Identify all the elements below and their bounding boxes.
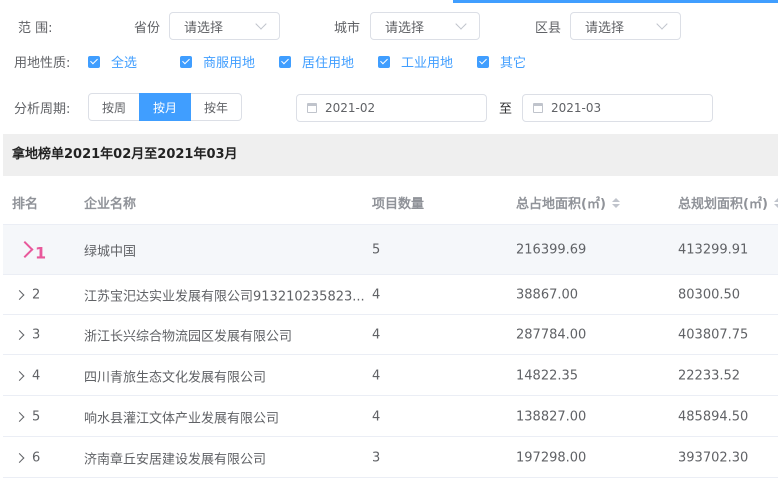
- date-from-value: 2021-02: [325, 101, 376, 115]
- chevron-right-icon[interactable]: [14, 289, 25, 300]
- col-header-plan-area[interactable]: 总规划面积(㎡): [678, 193, 778, 212]
- company-name: 江苏宝汜达实业发展有限公司913210235823...: [84, 289, 365, 304]
- chevron-right-icon[interactable]: [14, 370, 25, 381]
- checkbox-checked-icon: [378, 55, 390, 68]
- checkbox-checked-icon: [180, 55, 192, 68]
- company-name: 浙江长兴综合物流园区发展有限公司: [84, 329, 293, 344]
- chevron-right-icon[interactable]: [14, 452, 25, 463]
- calendar-icon: [307, 103, 317, 113]
- col-header-rank: 排名: [12, 197, 39, 212]
- rank-value: 6: [32, 450, 41, 465]
- province-select[interactable]: 请选择: [169, 12, 280, 40]
- range-label: 范 围:: [18, 21, 53, 36]
- checkbox-checked-icon: [477, 55, 489, 68]
- period-label: 分析周期:: [14, 102, 71, 117]
- period-year-button[interactable]: 按年: [190, 93, 242, 121]
- project-count: 5: [372, 242, 381, 257]
- project-count: 4: [372, 327, 381, 342]
- plan-area: 22233.52: [678, 368, 741, 383]
- table-row[interactable]: 2 江苏宝汜达实业发展有限公司913210235823... 4 38867.0…: [3, 275, 778, 315]
- plan-area: 485894.50: [678, 409, 749, 424]
- table-row[interactable]: 1 绿城中国 5 216399.69 413299.91: [3, 225, 778, 275]
- total-area: 138827.00: [516, 409, 587, 424]
- period-month-button[interactable]: 按月: [139, 93, 191, 121]
- plan-area: 393702.30: [678, 450, 749, 465]
- plan-area: 403807.75: [678, 327, 749, 342]
- province-label: 省份: [134, 21, 161, 36]
- rank-value: 4: [32, 368, 41, 383]
- table-row[interactable]: 3 浙江长兴综合物流园区发展有限公司 4 287784.00 403807.75: [3, 315, 778, 355]
- company-name: 济南章丘安居建设发展有限公司: [84, 452, 267, 467]
- expand-row-icon[interactable]: 1: [16, 237, 47, 262]
- chevron-down-icon: [656, 18, 668, 30]
- company-name: 绿城中国: [84, 244, 137, 259]
- project-count: 3: [372, 450, 381, 465]
- checkbox-industrial[interactable]: 工业用地: [378, 52, 453, 71]
- plan-area: 80300.50: [678, 287, 741, 302]
- total-area: 197298.00: [516, 450, 587, 465]
- date-to-picker[interactable]: 2021-03: [522, 94, 713, 122]
- checkbox-label: 其它: [500, 56, 527, 71]
- col-header-total-area-label: 总占地面积(㎡): [516, 197, 606, 212]
- total-area: 14822.35: [516, 368, 579, 383]
- land-type-label: 用地性质:: [14, 56, 71, 71]
- checkbox-label: 商服用地: [203, 56, 256, 71]
- city-select-value: 请选择: [385, 20, 425, 36]
- checkbox-label: 全选: [111, 56, 138, 71]
- col-header-company: 企业名称: [84, 197, 137, 212]
- col-header-plan-area-label: 总规划面积(㎡): [678, 197, 768, 212]
- chevron-right-icon[interactable]: [14, 329, 25, 340]
- active-tab-indicator: [453, 0, 778, 3]
- city-label: 城市: [334, 21, 361, 36]
- sort-icon[interactable]: [773, 197, 778, 208]
- project-count: 4: [372, 368, 381, 383]
- company-name: 响水县灌江文体产业发展有限公司: [84, 411, 280, 426]
- table-row[interactable]: 4 四川青旅生态文化发展有限公司 4 14822.35 22233.52: [3, 356, 778, 396]
- calendar-icon: [533, 103, 543, 113]
- rank-value: 1: [35, 243, 47, 262]
- checkbox-commercial[interactable]: 商服用地: [180, 52, 255, 71]
- date-to-value: 2021-03: [551, 101, 602, 115]
- checkbox-other[interactable]: 其它: [477, 52, 526, 71]
- district-select[interactable]: 请选择: [570, 12, 681, 40]
- section-title: 拿地榜单2021年02月至2021年03月: [12, 147, 238, 162]
- total-area: 38867.00: [516, 287, 579, 302]
- company-name: 四川青旅生态文化发展有限公司: [84, 370, 267, 385]
- total-area: 216399.69: [516, 242, 587, 257]
- table-row[interactable]: 6 济南章丘安居建设发展有限公司 3 197298.00 393702.30: [3, 438, 778, 478]
- period-button-group: 按周 按月 按年: [88, 93, 242, 121]
- checkbox-checked-icon: [279, 55, 291, 68]
- project-count: 4: [372, 409, 381, 424]
- checkbox-select-all[interactable]: 全选: [88, 52, 137, 71]
- project-count: 4: [372, 287, 381, 302]
- rank-value: 2: [32, 287, 41, 302]
- checkbox-checked-icon: [88, 55, 100, 68]
- chevron-down-icon: [255, 18, 267, 30]
- chevron-down-icon: [455, 18, 467, 30]
- chevron-right-icon[interactable]: [14, 411, 25, 422]
- col-header-count: 项目数量: [372, 197, 425, 212]
- rank-value: 3: [32, 327, 41, 342]
- province-select-value: 请选择: [184, 20, 224, 36]
- checkbox-residential[interactable]: 居住用地: [279, 52, 354, 71]
- table-row[interactable]: 5 响水县灌江文体产业发展有限公司 4 138827.00 485894.50: [3, 397, 778, 437]
- date-from-picker[interactable]: 2021-02: [296, 94, 487, 122]
- date-range-separator: 至: [499, 102, 513, 117]
- district-label: 区县: [535, 21, 562, 36]
- city-select[interactable]: 请选择: [370, 12, 480, 40]
- col-header-total-area[interactable]: 总占地面积(㎡): [516, 193, 620, 212]
- checkbox-label: 居住用地: [302, 56, 355, 71]
- sort-icon[interactable]: [611, 197, 620, 208]
- rank-value: 5: [32, 409, 41, 424]
- district-select-value: 请选择: [585, 20, 625, 36]
- checkbox-label: 工业用地: [401, 56, 454, 71]
- total-area: 287784.00: [516, 327, 587, 342]
- plan-area: 413299.91: [678, 242, 749, 257]
- period-week-button[interactable]: 按周: [88, 93, 140, 121]
